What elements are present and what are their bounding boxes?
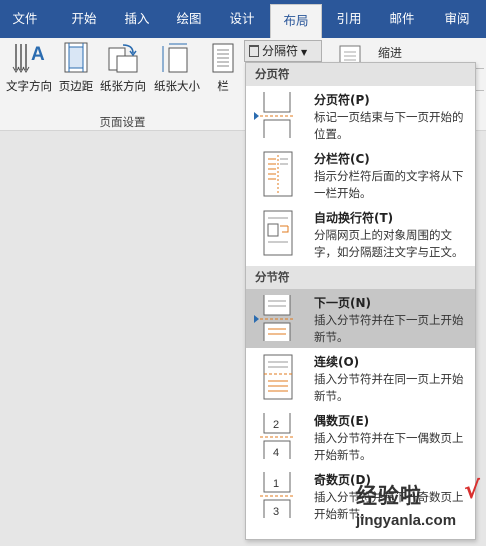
menu-item-title: 下一页(N): [314, 296, 372, 310]
svg-text:4: 4: [273, 447, 279, 459]
columns-button[interactable]: 栏: [206, 40, 240, 100]
menu-item-description: 插入分节符并在同一页上开始新节。: [314, 372, 464, 403]
checkmark-icon: √: [463, 476, 480, 504]
menu-item-page-break[interactable]: 分页符(P) 标记一页结束与下一页开始的位置。: [246, 86, 475, 145]
watermark-url: jingyanla.com: [356, 512, 457, 529]
menu-item-title: 分页符(P): [314, 93, 370, 107]
menu-item-description: 分隔网页上的对象周围的文字，如分隔题注文字与正文。: [314, 228, 464, 259]
ribbon-tab-bar: 文件 开始 插入 绘图 设计 布局 引用 邮件 审阅: [0, 0, 486, 38]
tab-home[interactable]: 开始: [58, 0, 110, 38]
tab-layout[interactable]: 布局: [270, 4, 322, 38]
tab-mailings[interactable]: 邮件: [378, 0, 426, 38]
menu-item-next-page[interactable]: 下一页(N) 插入分节符并在下一页上开始新节。: [246, 289, 475, 348]
svg-text:1: 1: [273, 478, 279, 490]
text-direction-button[interactable]: A 文字方向: [2, 40, 56, 100]
breaks-icon: [249, 45, 259, 57]
tab-file[interactable]: 文件: [0, 0, 50, 38]
tab-references[interactable]: 引用: [325, 0, 373, 38]
indent-label: 缩进: [378, 46, 403, 60]
menu-item-title: 连续(O): [314, 355, 360, 369]
margins-icon: [64, 42, 88, 73]
menu-item-even-page[interactable]: 2 4 偶数页(E) 插入分节符并在下一偶数页上开始新节。: [246, 407, 475, 466]
chevron-down-icon: ▼: [301, 48, 308, 57]
margins-label: 页边距: [58, 79, 94, 93]
size-button[interactable]: 纸张大小: [152, 40, 202, 100]
orientation-button[interactable]: 纸张方向: [98, 40, 148, 100]
columns-label: 栏: [217, 79, 229, 93]
tab-draw[interactable]: 绘图: [165, 0, 213, 38]
svg-text:2: 2: [273, 419, 279, 431]
menu-item-description: 标记一页结束与下一页开始的位置。: [314, 110, 464, 141]
breaks-dropdown-menu: 分页符 分页符(P) 标记一页结束与下一页开始的位置。 分栏符(C) 指示分栏符…: [245, 62, 476, 540]
tab-design[interactable]: 设计: [218, 0, 266, 38]
watermark-text: 经验啦: [356, 484, 422, 508]
page-setup-group-label: 页面设置: [99, 115, 146, 129]
page-break-icon: [260, 92, 294, 138]
menu-item-title: 分栏符(C): [314, 152, 370, 166]
orientation-icon: [108, 44, 138, 73]
svg-text:A: A: [31, 44, 45, 65]
tab-review[interactable]: 审阅: [432, 0, 482, 38]
paper-size-icon: [162, 43, 188, 73]
breaks-label: 分隔符: [262, 44, 299, 58]
menu-item-text-wrapping[interactable]: 自动换行符(T) 分隔网页上的对象周围的文字，如分隔题注文字与正文。: [246, 204, 475, 266]
margins-button[interactable]: 页边距: [56, 40, 96, 100]
menu-item-continuous[interactable]: 连续(O) 插入分节符并在同一页上开始新节。: [246, 348, 475, 407]
continuous-icon: [263, 354, 293, 400]
text-direction-label: 文字方向: [6, 79, 52, 93]
menu-item-column-break[interactable]: 分栏符(C) 指示分栏符后面的文字将从下一栏开始。: [246, 145, 475, 204]
menu-item-description: 指示分栏符后面的文字将从下一栏开始。: [314, 169, 464, 200]
tab-insert[interactable]: 插入: [112, 0, 162, 38]
even-page-icon: 2 4: [260, 413, 294, 459]
column-break-icon: [263, 151, 293, 197]
text-direction-icon: A: [12, 44, 45, 73]
menu-item-title: 自动换行符(T): [314, 211, 394, 225]
page-breaks-header: 分页符: [246, 63, 475, 86]
odd-page-icon: 1 3: [260, 472, 294, 518]
watermark: 经验啦 √ jingyanla.com: [350, 476, 482, 540]
svg-text:3: 3: [273, 506, 279, 518]
breaks-button[interactable]: 分隔符 ▼: [244, 40, 322, 62]
orientation-label: 纸张方向: [100, 79, 146, 93]
menu-item-description: 插入分节符并在下一页上开始新节。: [314, 313, 464, 344]
columns-icon: [212, 43, 234, 73]
menu-item-title: 偶数页(E): [314, 414, 370, 428]
text-wrapping-icon: [263, 210, 293, 256]
size-label: 纸张大小: [154, 79, 200, 93]
menu-item-description: 插入分节符并在下一偶数页上开始新节。: [314, 431, 464, 462]
section-breaks-header: 分节符: [246, 266, 475, 289]
next-page-icon: [260, 295, 294, 341]
